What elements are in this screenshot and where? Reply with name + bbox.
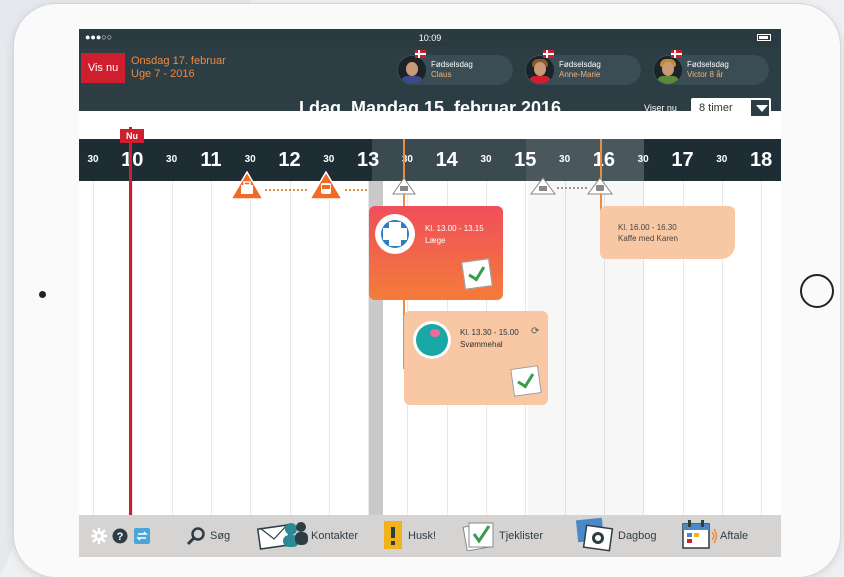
birthday-name: Victor 8 år [687,70,724,79]
svg-text:?: ? [117,531,124,543]
danish-flag-icon [671,50,682,58]
event-time: Kl. 16.00 - 16.30 [618,223,677,232]
viser-nu-label: Viser nu [644,103,677,113]
timeline-half-hour-tick: 30 [637,154,649,165]
appointment-label: Aftale [720,530,749,542]
birthday-name: Anne-Marie [559,70,601,79]
hours-dropdown-value: 8 timer [699,102,733,114]
contacts-label: Kontakter [311,530,359,542]
timeline-half-hour-tick: 30 [166,154,178,165]
camera-dot [39,291,46,298]
event-time: Kl. 13.00 - 13.15 [425,224,484,233]
grid-line [290,181,291,515]
hours-dropdown[interactable]: 8 timer [691,98,771,118]
travel-dots [345,189,367,191]
timeline-half-hour-tick: 30 [559,154,571,165]
search-label: Søg [210,530,231,542]
grid-line [93,181,94,515]
remember-label: Husk! [408,530,437,542]
danish-flag-icon [415,50,426,58]
birthday-chip-anne-marie[interactable]: Fødselsdag Anne-Marie [525,50,641,85]
timeline-hour-tick: 16 [592,149,616,171]
car-icon[interactable] [392,177,416,200]
current-date: Onsdag 17. februar Uge 7 - 2016 [131,55,226,81]
status-bar: ●●●○○ 10:09 [79,29,781,47]
current-week-text: Uge 7 - 2016 [131,68,195,80]
grid-line [132,181,133,515]
now-label: Nu [120,129,144,143]
event-time: Kl. 13.30 - 15.00 [460,328,519,337]
timeline-hour-tick: 13 [356,149,380,171]
suitcase-icon[interactable] [229,170,265,206]
grid-line [172,181,173,515]
timeline-hour-tick: 15 [514,149,537,171]
timeline-half-hour-tick: 30 [401,154,413,165]
grid-line [211,181,212,515]
avatar [398,56,426,84]
timeline-half-hour-tick: 30 [87,154,99,165]
avatar [654,56,682,84]
status-time: 10:09 [418,33,442,43]
timeline-hour-tick: 10 [121,149,144,171]
grid-line [250,181,251,515]
repeat-icon: ⟳ [531,326,540,337]
event-name: Kaffe med Karen [618,234,678,243]
medical-icon [375,214,415,254]
travel-dots [557,187,587,189]
battery-icon [757,34,771,41]
chevron-down-icon [749,98,771,118]
timeline-hour-tick: 17 [671,149,694,171]
timeline-half-hour-tick: 30 [716,154,728,165]
timeline-hour-tick: 11 [200,149,222,171]
event-card-kaffe[interactable]: Kl. 16.00 - 16.30 Kaffe med Karen [600,206,735,259]
danish-flag-icon [543,50,554,58]
vis-nu-button[interactable]: Vis nu [81,53,125,83]
app-screen: ●●●○○ 10:09 Vis nu Onsdag 17. februar Ug… [79,29,781,557]
checklist-icon [461,258,493,290]
timeline-hour-tick: 18 [749,149,773,171]
timeline-hour-tick: 12 [278,149,301,171]
event-card-svoemmehal[interactable]: Kl. 13.30 - 15.00 ⟳ Svømmehal [404,311,548,405]
suitcase-icon[interactable] [530,177,556,200]
event-name: Svømmehal [460,340,503,349]
bottom-toolbar: ? Søg Kontakter Husk! Tjeklister Dagbog … [79,515,781,557]
event-name: Læge [425,236,446,245]
home-button[interactable] [800,274,834,308]
grid-line [761,181,762,515]
event-card-laege[interactable]: Kl. 13.00 - 13.15 Læge [369,206,503,300]
travel-dots [265,189,307,191]
now-line [129,127,132,557]
birthday-label: Fødselsdag [559,60,601,69]
bus-icon[interactable] [587,177,613,200]
avatar [526,56,554,84]
checklist-icon [510,365,542,397]
checklists-label: Tjeklister [499,530,544,542]
birthday-chip-victor[interactable]: Fødselsdag Victor 8 år [653,50,769,85]
swimming-icon [413,321,451,359]
birthday-label: Fødselsdag [687,60,729,69]
birthday-name: Claus [431,70,452,79]
top-bar: Vis nu Onsdag 17. februar Uge 7 - 2016 F… [79,47,781,118]
timeline-hour-tick: 14 [435,149,458,171]
grid-line [329,181,330,515]
diary-label: Dagbog [618,530,657,542]
timeline-half-hour-tick: 30 [480,154,492,165]
birthday-label: Fødselsdag [431,60,473,69]
bus-icon[interactable] [308,170,344,206]
birthday-chip-claus[interactable]: Fødselsdag Claus [397,50,513,85]
current-date-text: Onsdag 17. februar [131,55,226,67]
